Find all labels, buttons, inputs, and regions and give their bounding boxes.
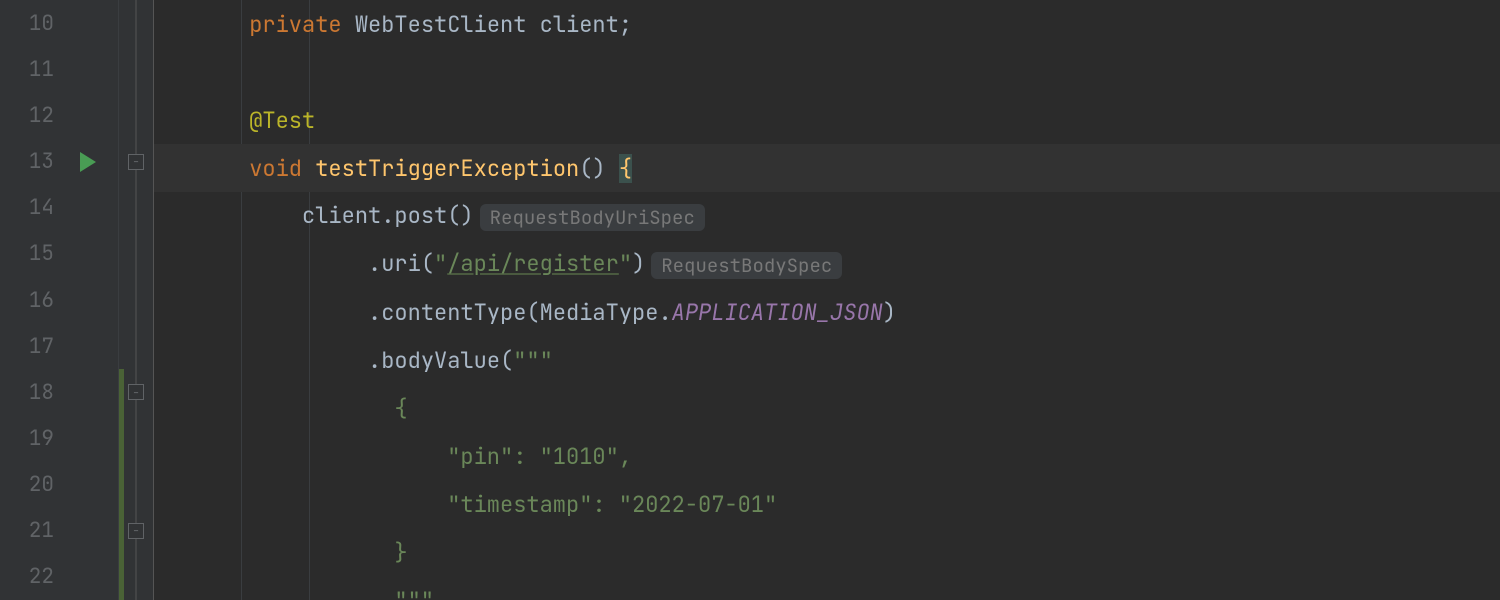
identifier: client (302, 201, 381, 230)
gutter-row[interactable]: 18 (0, 369, 118, 415)
line-number: 20 (0, 471, 60, 498)
line-number: 21 (0, 517, 60, 544)
keyword: void (249, 154, 302, 183)
keyword: private (249, 10, 341, 39)
code-line[interactable]: @Test (154, 96, 1500, 144)
text-block-open: """ (513, 346, 553, 375)
fold-toggle-icon[interactable] (128, 154, 144, 170)
fold-toggle-icon[interactable] (128, 384, 144, 400)
method-call: contentType (381, 298, 526, 327)
line-number: 13 (0, 148, 60, 175)
gutter: 10 11 12 13 14 15 16 17 18 19 20 21 22 (0, 0, 118, 600)
inlay-hint: RequestBodySpec (651, 252, 842, 279)
code-line[interactable]: .contentType(MediaType.APPLICATION_JSON) (154, 288, 1500, 336)
brace: { (619, 154, 632, 183)
method-decl: testTriggerException (315, 154, 579, 183)
code-line[interactable]: private WebTestClient client; (154, 0, 1500, 48)
gutter-row[interactable]: 14 (0, 185, 118, 231)
identifier: client (540, 10, 619, 39)
gutter-row[interactable]: 20 (0, 462, 118, 508)
run-test-icon[interactable] (80, 152, 96, 172)
gutter-row[interactable]: 11 (0, 46, 118, 92)
code-line[interactable]: .bodyValue(""" (154, 336, 1500, 384)
code-line[interactable]: "timestamp": "2022-07-01" (154, 480, 1500, 528)
method-call: bodyValue (381, 346, 500, 375)
vcs-change-marker[interactable] (119, 554, 124, 600)
gutter-row[interactable]: 21 (0, 508, 118, 554)
gutter-row[interactable]: 12 (0, 92, 118, 138)
static-const: APPLICATION_JSON (672, 298, 883, 327)
line-number: 14 (0, 194, 60, 221)
code-editor[interactable]: 10 11 12 13 14 15 16 17 18 19 20 21 22 (0, 0, 1500, 600)
fold-strip (118, 0, 154, 600)
gutter-row[interactable]: 10 (0, 0, 118, 46)
line-number: 12 (0, 102, 60, 129)
string: { (394, 394, 407, 423)
string-url[interactable]: /api/register (447, 249, 619, 278)
class-ref: MediaType (540, 298, 659, 327)
type: WebTestClient (355, 10, 527, 39)
fold-toggle-icon[interactable] (128, 523, 144, 539)
code-line[interactable] (154, 48, 1500, 96)
vcs-change-marker[interactable] (119, 508, 124, 554)
string: } (394, 538, 407, 567)
gutter-row[interactable]: 13 (0, 138, 118, 184)
gutter-row[interactable]: 17 (0, 323, 118, 369)
vcs-change-marker[interactable] (119, 462, 124, 508)
vcs-change-marker[interactable] (119, 415, 124, 461)
line-number: 10 (0, 10, 60, 37)
string: "timestamp": "2022-07-01" (447, 490, 777, 519)
code-line[interactable]: """ (154, 576, 1500, 600)
gutter-row[interactable]: 15 (0, 231, 118, 277)
code-line[interactable]: .uri("/api/register")RequestBodySpec (154, 240, 1500, 288)
line-number: 16 (0, 287, 60, 314)
code-line[interactable]: } (154, 528, 1500, 576)
punct: ; (619, 10, 632, 39)
string: "pin": "1010", (447, 442, 632, 471)
method-call: uri (381, 249, 421, 278)
code-line[interactable]: client.post()RequestBodyUriSpec (154, 192, 1500, 240)
code-line[interactable]: "pin": "1010", (154, 432, 1500, 480)
gutter-row[interactable]: 16 (0, 277, 118, 323)
code-line[interactable]: { (154, 384, 1500, 432)
line-number: 11 (0, 56, 60, 83)
text-block-close: """ (394, 586, 434, 600)
line-number: 19 (0, 425, 60, 452)
vcs-change-marker[interactable] (119, 369, 124, 415)
line-number: 15 (0, 240, 60, 267)
line-number: 17 (0, 333, 60, 360)
code-area[interactable]: private WebTestClient client; @Test void… (154, 0, 1500, 600)
punct: () (579, 154, 605, 183)
gutter-row[interactable]: 19 (0, 415, 118, 461)
annotation: @Test (249, 106, 315, 135)
line-number: 18 (0, 379, 60, 406)
gutter-row[interactable]: 22 (0, 554, 118, 600)
line-number: 22 (0, 563, 60, 590)
method-call: post (394, 201, 447, 230)
code-line-current[interactable]: void testTriggerException() { (154, 144, 1500, 192)
inlay-hint: RequestBodyUriSpec (480, 204, 705, 231)
